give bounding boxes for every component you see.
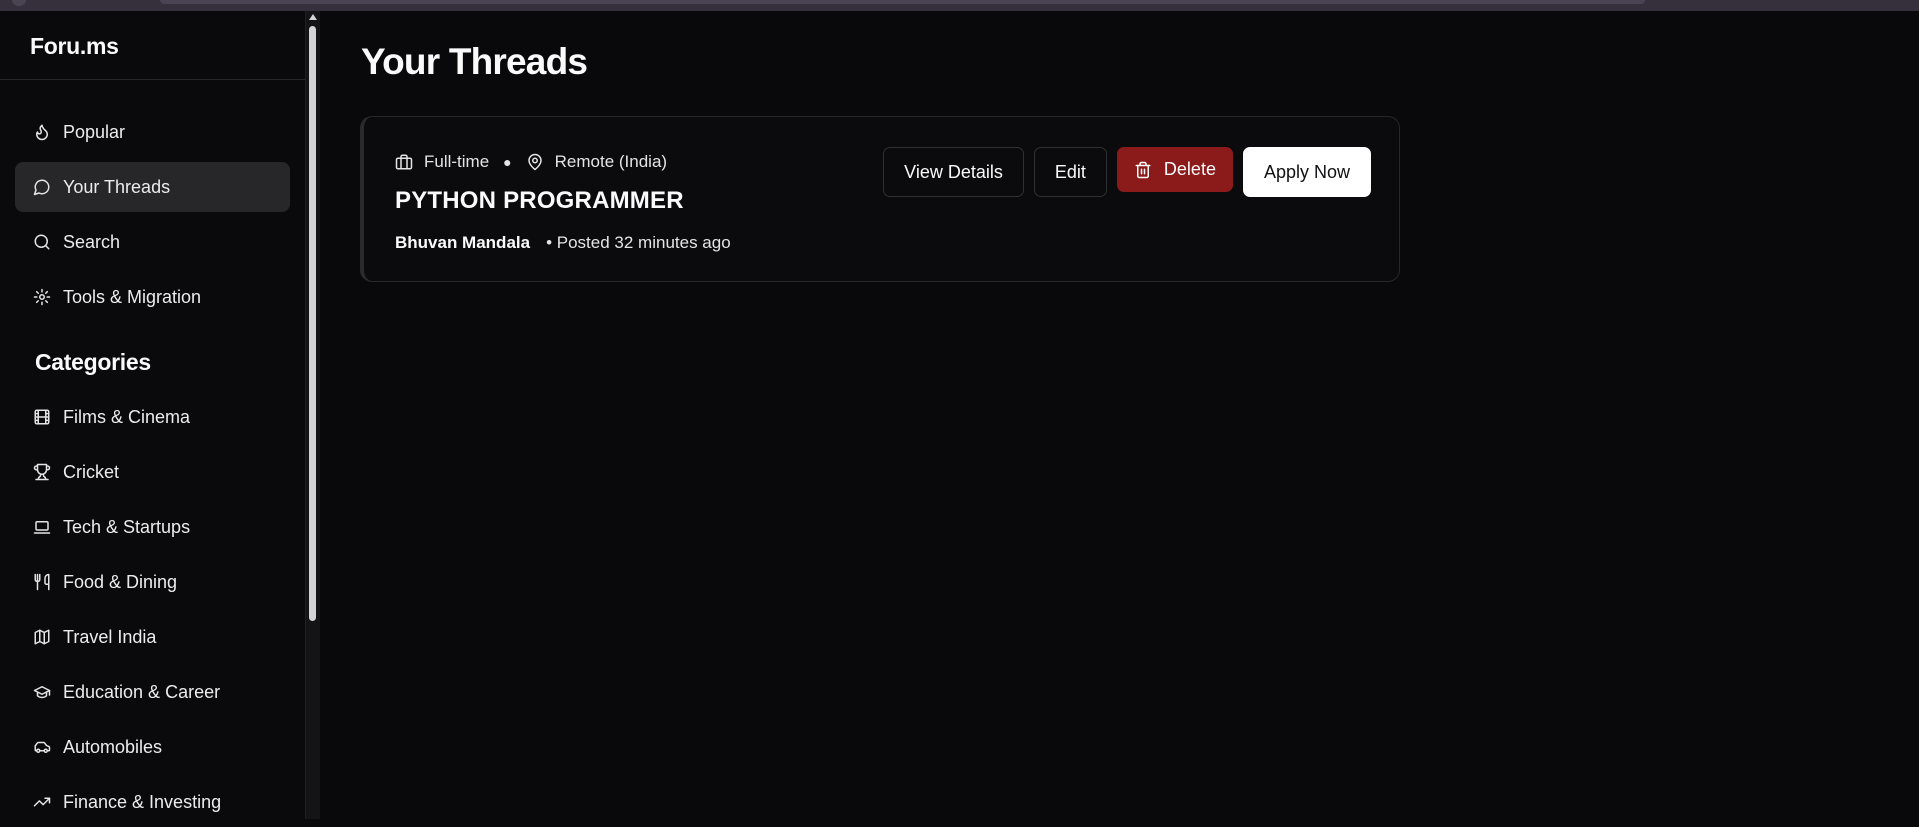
page-title: Your Threads bbox=[361, 41, 587, 83]
thread-title[interactable]: PYTHON PROGRAMMER bbox=[395, 187, 684, 215]
thread-author[interactable]: Bhuvan Mandala bbox=[395, 233, 530, 252]
nav-label: Your Threads bbox=[63, 177, 170, 198]
thread-posted-time: • Posted 32 minutes ago bbox=[546, 233, 731, 252]
main-nav: Popular Your Threads Search Tools & Migr… bbox=[0, 80, 305, 322]
scrollbar-thumb[interactable] bbox=[309, 26, 316, 621]
delete-button[interactable]: Delete bbox=[1117, 147, 1233, 192]
film-icon bbox=[33, 408, 51, 426]
categories-heading: Categories bbox=[0, 327, 305, 392]
nav-item-search[interactable]: Search bbox=[15, 217, 290, 267]
nav-label: Search bbox=[63, 232, 120, 253]
job-location: Remote (India) bbox=[555, 152, 667, 172]
categories-nav: Films & Cinema Cricket Tech & Startups F… bbox=[0, 392, 305, 827]
gear-icon bbox=[33, 288, 51, 306]
brand-logo[interactable]: Foru.ms bbox=[0, 11, 305, 80]
category-films-cinema[interactable]: Films & Cinema bbox=[15, 392, 290, 442]
category-label: Films & Cinema bbox=[63, 407, 190, 428]
category-travel-india[interactable]: Travel India bbox=[15, 612, 290, 662]
trophy-icon bbox=[33, 463, 51, 481]
delete-label: Delete bbox=[1164, 159, 1216, 180]
laptop-icon bbox=[33, 518, 51, 536]
sidebar-scrollbar[interactable] bbox=[306, 11, 320, 819]
apply-now-button[interactable]: Apply Now bbox=[1243, 147, 1371, 197]
meta-separator: ● bbox=[503, 154, 511, 170]
briefcase-icon bbox=[395, 153, 413, 171]
category-label: Education & Career bbox=[63, 682, 220, 703]
category-education-career[interactable]: Education & Career bbox=[15, 667, 290, 717]
browser-address-strip bbox=[160, 0, 1645, 4]
category-cricket[interactable]: Cricket bbox=[15, 447, 290, 497]
map-icon bbox=[33, 628, 51, 646]
category-label: Finance & Investing bbox=[63, 792, 221, 813]
nav-item-your-threads[interactable]: Your Threads bbox=[15, 162, 290, 212]
category-label: Food & Dining bbox=[63, 572, 177, 593]
nav-item-popular[interactable]: Popular bbox=[15, 107, 290, 157]
nav-label: Popular bbox=[63, 122, 125, 143]
flame-icon bbox=[33, 123, 51, 141]
browser-top-bar bbox=[0, 0, 1919, 11]
category-label: Travel India bbox=[63, 627, 156, 648]
utensils-icon bbox=[33, 573, 51, 591]
job-type: Full-time bbox=[424, 152, 489, 172]
trending-up-icon bbox=[33, 793, 51, 811]
edit-button[interactable]: Edit bbox=[1034, 147, 1107, 197]
map-pin-icon bbox=[526, 153, 544, 171]
category-label: Automobiles bbox=[63, 737, 162, 758]
nav-item-tools-migration[interactable]: Tools & Migration bbox=[15, 272, 290, 322]
message-circle-icon bbox=[33, 178, 51, 196]
category-tech-startups[interactable]: Tech & Startups bbox=[15, 502, 290, 552]
graduation-cap-icon bbox=[33, 683, 51, 701]
view-details-button[interactable]: View Details bbox=[883, 147, 1024, 197]
thread-card[interactable]: Full-time ● Remote (India) PYTHON PROGRA… bbox=[360, 116, 1400, 282]
browser-tab-dot bbox=[12, 0, 26, 6]
thread-byline: Bhuvan Mandala • Posted 32 minutes ago bbox=[395, 233, 731, 253]
trash-icon bbox=[1134, 161, 1152, 179]
search-icon bbox=[33, 233, 51, 251]
main-content: Your Threads Full-time ● Remote (India) … bbox=[320, 11, 1919, 819]
category-food-dining[interactable]: Food & Dining bbox=[15, 557, 290, 607]
scroll-up-arrow[interactable] bbox=[309, 14, 317, 20]
sidebar: Foru.ms Popular Your Threads Search Tool… bbox=[0, 11, 306, 819]
thread-actions: View Details Edit Delete Apply Now bbox=[883, 147, 1371, 197]
category-finance-investing[interactable]: Finance & Investing bbox=[15, 777, 290, 827]
category-automobiles[interactable]: Automobiles bbox=[15, 722, 290, 772]
category-label: Tech & Startups bbox=[63, 517, 190, 538]
category-label: Cricket bbox=[63, 462, 119, 483]
car-icon bbox=[33, 738, 51, 756]
thread-meta: Full-time ● Remote (India) bbox=[395, 152, 667, 172]
nav-label: Tools & Migration bbox=[63, 287, 201, 308]
